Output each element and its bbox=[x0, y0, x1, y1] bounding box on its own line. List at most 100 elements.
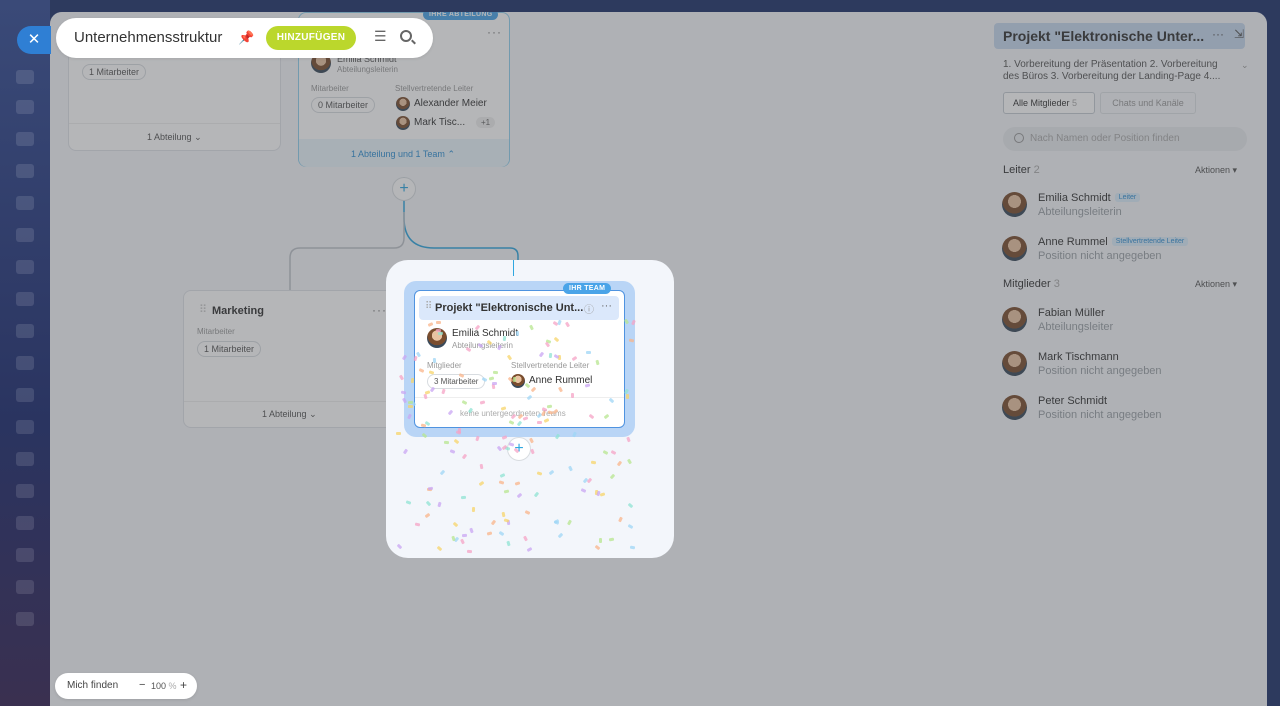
more-icon[interactable]: ··· bbox=[601, 300, 612, 312]
member-item[interactable]: Fabian Müller Abteilungsleiter bbox=[1002, 307, 1242, 335]
subdepartments-toggle[interactable]: 1 Abteilung ⌄ bbox=[262, 409, 317, 420]
find-me-button[interactable]: Mich finden bbox=[67, 680, 118, 691]
team-card[interactable]: IHR TEAM ⠿ Projekt "Elektronische Unt...… bbox=[414, 283, 625, 428]
member-item[interactable]: Peter Schmidt Position nicht angegeben bbox=[1002, 395, 1242, 423]
menu-icon bbox=[16, 548, 34, 562]
close-button[interactable]: ✕ bbox=[17, 26, 51, 54]
member-position: Abteilungsleiterin bbox=[1038, 206, 1122, 218]
deputies-label: Stellvertretende Leiter bbox=[511, 361, 590, 370]
confetti-piece bbox=[427, 486, 434, 490]
confetti-piece bbox=[410, 377, 414, 384]
team-spotlight: IHR TEAM ⠿ Projekt "Elektronische Unt...… bbox=[386, 260, 674, 558]
member-name: Mark Tischmann bbox=[1038, 351, 1119, 363]
menu-icon bbox=[16, 196, 34, 210]
confetti-piece bbox=[570, 392, 575, 398]
confetti-piece bbox=[460, 538, 465, 545]
zoom-toolbar: Mich finden − 100 % + bbox=[55, 673, 197, 699]
search-input[interactable]: Nach Namen oder Position finden bbox=[1030, 133, 1180, 144]
confetti-piece bbox=[460, 496, 467, 500]
employees-label: Mitarbeiter bbox=[311, 84, 349, 93]
member-name: Emilia Schmidt Leiter bbox=[1038, 192, 1141, 204]
member-name: Fabian Müller bbox=[1038, 307, 1105, 319]
add-button[interactable]: HINZUFÜGEN bbox=[266, 26, 356, 50]
member-position: Abteilungsleiter bbox=[1038, 321, 1114, 333]
confetti-piece bbox=[490, 519, 497, 526]
subdepartments-toggle[interactable]: 1 Abteilung und 1 Team ⌃ bbox=[351, 149, 455, 160]
chevron-down-icon[interactable]: ⌄ bbox=[1241, 60, 1249, 71]
avatar bbox=[1002, 395, 1027, 420]
add-child-button[interactable]: + bbox=[507, 437, 531, 461]
confetti-piece bbox=[524, 510, 531, 516]
add-child-button[interactable]: + bbox=[392, 177, 416, 201]
more-icon[interactable]: ··· bbox=[372, 303, 387, 317]
department-card[interactable]: ⠿ Marketing ··· Mitarbeiter 1 Mitarbeite… bbox=[183, 290, 396, 428]
confetti-piece bbox=[585, 351, 591, 355]
zoom-in-button[interactable]: + bbox=[180, 678, 187, 692]
drag-handle-icon[interactable]: ⠿ bbox=[425, 301, 432, 312]
tab-label: Alle Mitglieder bbox=[1013, 98, 1070, 108]
confetti-piece bbox=[548, 469, 555, 475]
panel-title-bar: Projekt "Elektronische Unter... ··· ⇲ bbox=[994, 23, 1245, 49]
employees-label: Mitarbeiter bbox=[197, 327, 235, 336]
search-icon[interactable] bbox=[400, 30, 412, 42]
member-search[interactable]: Nach Namen oder Position finden bbox=[1003, 127, 1247, 151]
confetti-piece bbox=[548, 352, 553, 358]
confetti-piece bbox=[504, 489, 510, 494]
confetti-piece bbox=[436, 328, 442, 332]
avatar bbox=[1002, 351, 1027, 376]
subdepartments-toggle[interactable]: 1 Abteilung ⌄ bbox=[147, 132, 202, 143]
more-icon[interactable]: ··· bbox=[487, 25, 502, 39]
info-icon[interactable]: ⓘ bbox=[584, 301, 594, 316]
employees-count[interactable]: 1 Mitarbeiter bbox=[82, 64, 147, 80]
avatar bbox=[1002, 307, 1027, 332]
members-actions[interactable]: Aktionen ▾ bbox=[1195, 279, 1237, 290]
confetti-piece bbox=[439, 469, 446, 476]
confetti-piece bbox=[400, 390, 406, 395]
confetti-piece bbox=[425, 501, 432, 507]
tab-chats[interactable]: Chats und Kanäle bbox=[1100, 92, 1196, 114]
top-toolbar: Unternehmensstruktur 📌 HINZUFÜGEN ☰ bbox=[56, 18, 433, 58]
confetti-piece bbox=[436, 320, 442, 324]
members-count[interactable]: 3 Mitarbeiter bbox=[427, 374, 486, 389]
chevron-up-icon: ⌃ bbox=[447, 149, 455, 159]
confetti-piece bbox=[414, 522, 420, 527]
deputy-name: Alexander Meier bbox=[414, 98, 487, 109]
menu-icon[interactable]: ☰ bbox=[374, 28, 387, 45]
confetti-piece bbox=[630, 545, 636, 550]
confetti-piece bbox=[503, 518, 510, 523]
leader-item[interactable]: Anne Rummel Stellvertretende Leiter Posit… bbox=[1002, 236, 1242, 264]
collapse-panel-icon[interactable]: ⇲ bbox=[1234, 27, 1244, 41]
leader-item[interactable]: Emilia Schmidt Leiter Abteilungsleiterin bbox=[1002, 192, 1242, 220]
drag-handle-icon[interactable]: ⠿ bbox=[199, 303, 207, 316]
confetti-piece bbox=[405, 500, 412, 505]
confetti-piece bbox=[522, 535, 528, 542]
deputy-name: Anne Rummel bbox=[529, 375, 593, 386]
employees-count[interactable]: 0 Mitarbeiter bbox=[311, 97, 376, 113]
menu-icon bbox=[16, 292, 34, 306]
close-icon: ✕ bbox=[27, 31, 41, 48]
member-item[interactable]: Mark Tischmann Position nicht angegeben bbox=[1002, 351, 1242, 379]
more-icon[interactable]: ··· bbox=[1212, 27, 1224, 41]
menu-icon bbox=[16, 580, 34, 594]
confetti-piece bbox=[461, 533, 468, 538]
confetti-piece bbox=[627, 502, 634, 508]
confetti-piece bbox=[396, 543, 403, 550]
menu-icon bbox=[16, 484, 34, 498]
page-title: Unternehmensstruktur bbox=[74, 29, 223, 46]
confetti-piece bbox=[471, 506, 476, 512]
avatar bbox=[1002, 236, 1027, 261]
tab-all-members[interactable]: Alle Mitglieder 5 bbox=[1003, 92, 1095, 114]
deputy-name: Mark Tisc... bbox=[414, 117, 466, 128]
confetti-piece bbox=[553, 520, 560, 525]
menu-icon bbox=[16, 164, 34, 178]
employees-count[interactable]: 1 Mitarbeiter bbox=[197, 341, 262, 357]
more-deputies-badge[interactable]: +1 bbox=[476, 117, 496, 128]
confetti-piece bbox=[479, 463, 484, 470]
leaders-actions[interactable]: Aktionen ▾ bbox=[1195, 165, 1237, 176]
confetti-piece bbox=[580, 488, 587, 494]
head-position: Abteilungsleiterin bbox=[337, 65, 398, 74]
pin-icon[interactable]: 📌 bbox=[238, 30, 254, 46]
zoom-out-button[interactable]: − bbox=[139, 679, 145, 691]
menu-icon bbox=[16, 70, 34, 84]
confetti-piece bbox=[408, 400, 414, 405]
